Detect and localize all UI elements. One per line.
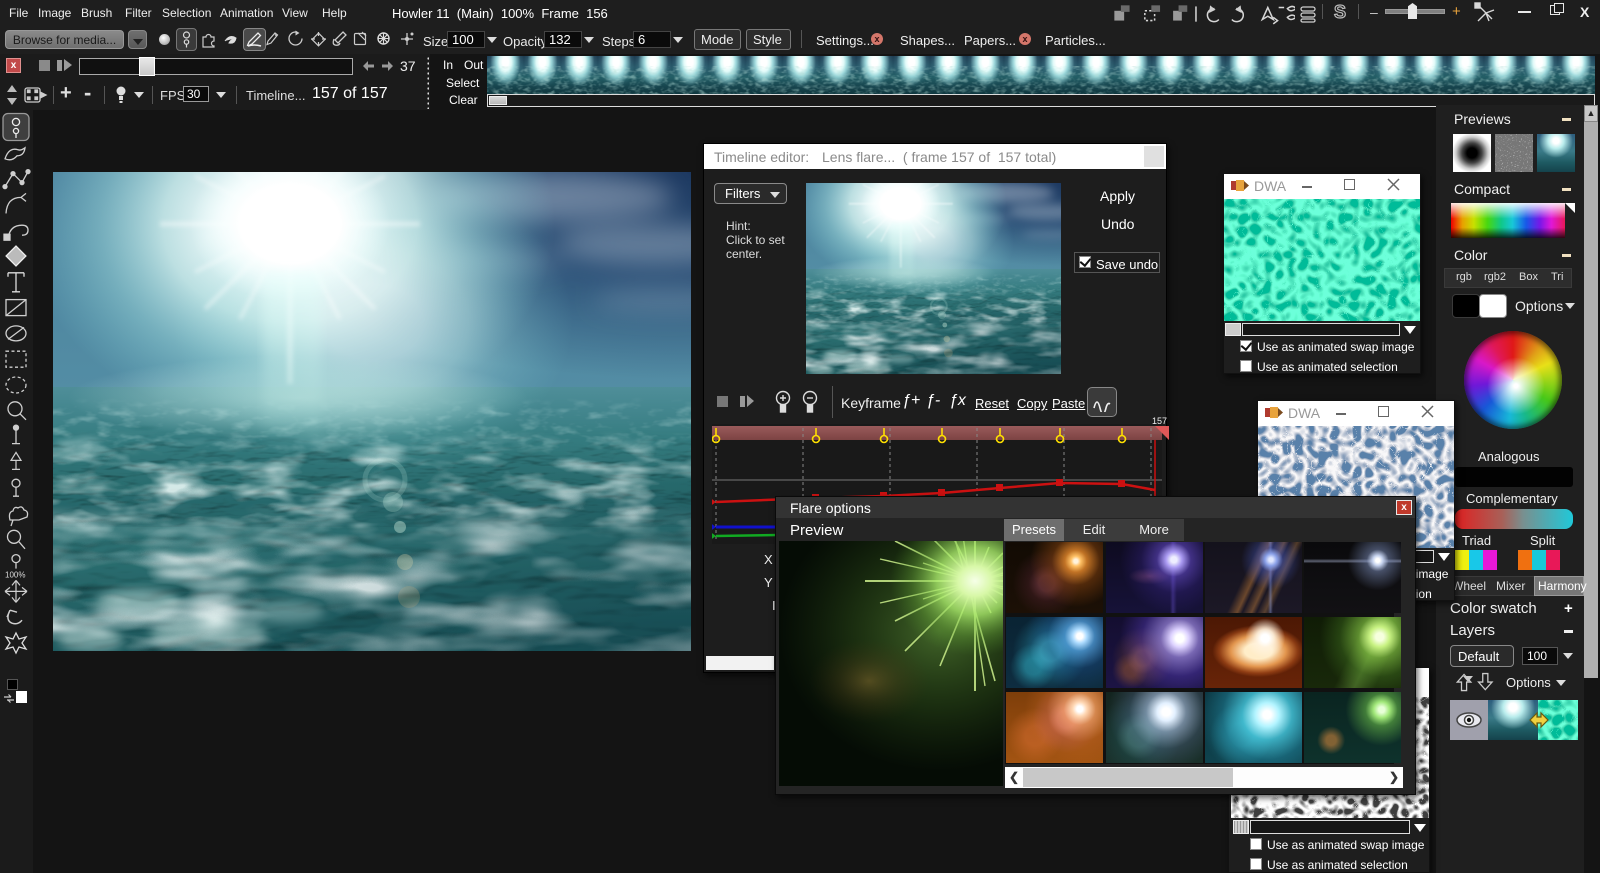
svg-text:100%: 100% <box>5 571 25 580</box>
